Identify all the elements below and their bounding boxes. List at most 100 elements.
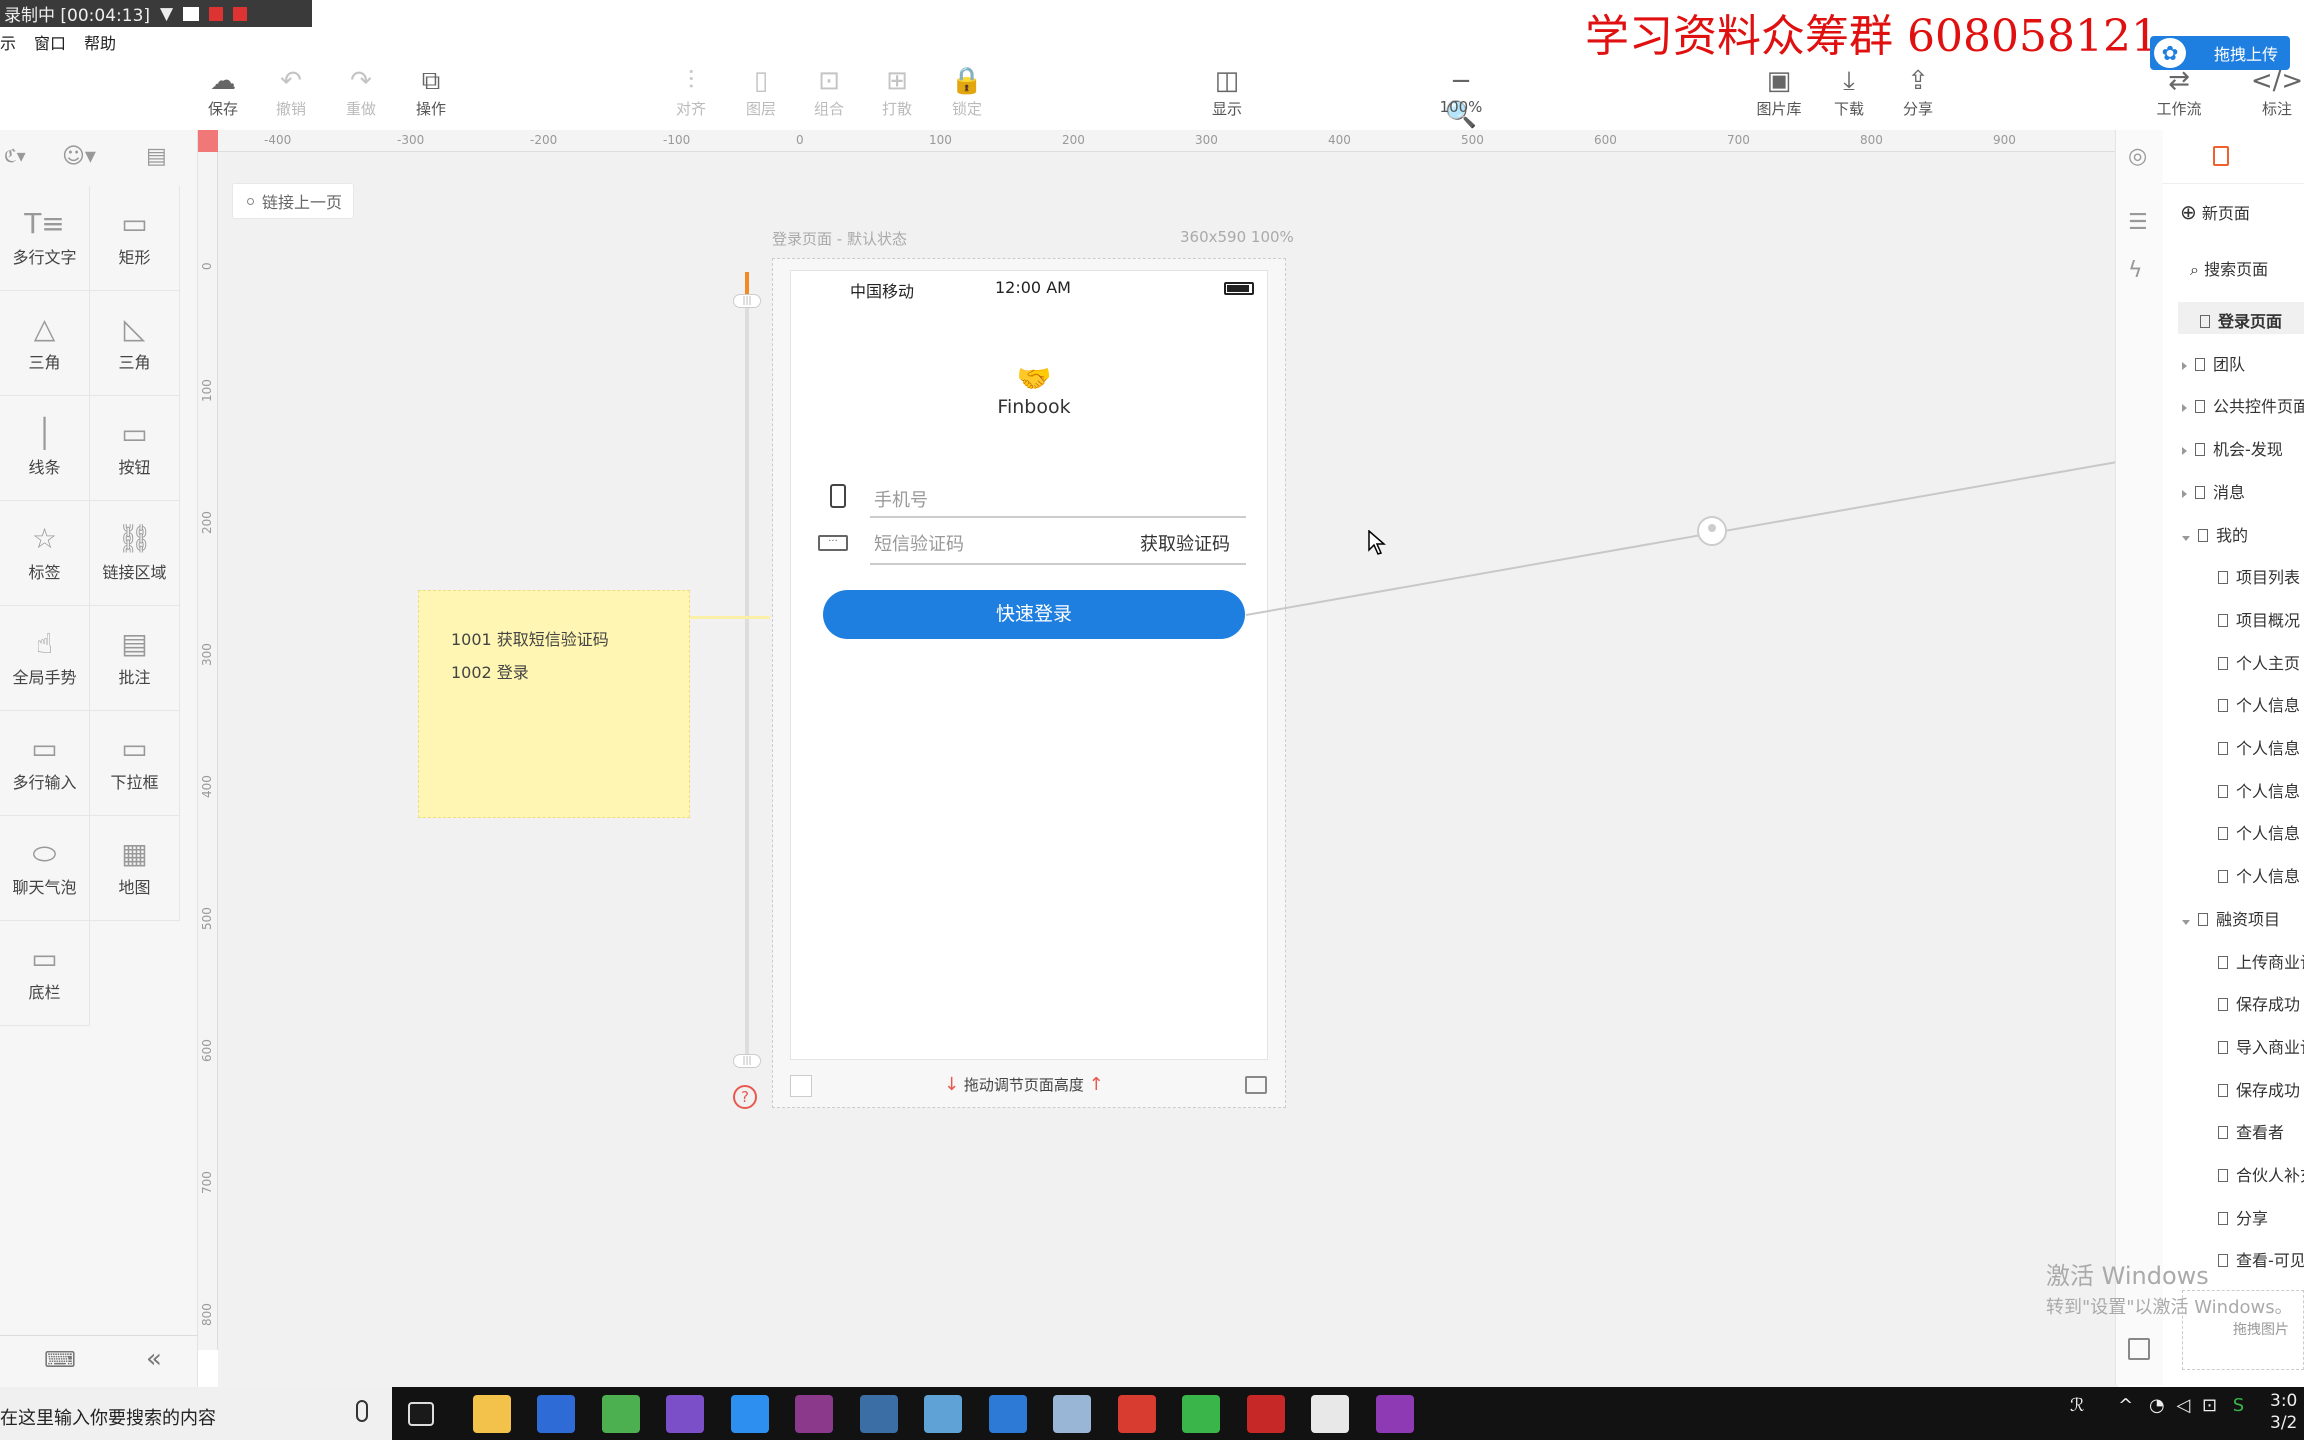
taskbar-search-box[interactable]: 在这里输入你要搜索的内容 [0, 1387, 392, 1440]
page-tree-item[interactable]: 查看者 [2218, 1119, 2284, 1143]
network-icon[interactable]: ◔ [2149, 1395, 2165, 1416]
recorder-taskbar-icon[interactable] [1246, 1395, 1285, 1433]
save-button[interactable]: ☁ 保存 [188, 64, 258, 119]
component-gesture[interactable]: ☝ 全局手势 [0, 606, 90, 711]
page-tree-item[interactable]: 保存成功 [2218, 991, 2300, 1015]
share-button[interactable]: ⇪ 分享 [1883, 64, 1953, 119]
pages-tab[interactable] [2163, 130, 2304, 184]
component-triangle[interactable]: △ 三角 [0, 291, 90, 396]
input-method-icon[interactable]: ⊡ [2202, 1395, 2217, 1416]
component-multiline-input[interactable]: ▭ 多行输入 [0, 711, 90, 816]
sliders-icon[interactable]: ☰ [2128, 210, 2148, 235]
component-tabbar[interactable]: ▭ 底栏 [0, 921, 90, 1026]
target-icon[interactable]: ◎ [2128, 144, 2147, 169]
new-page-button[interactable]: ⊕ 新页面 [2180, 200, 2250, 224]
vscode-taskbar-icon[interactable] [988, 1395, 1027, 1433]
keyboard-icon[interactable]: ⌨ [44, 1348, 76, 1373]
page-tree-item[interactable]: 保存成功 [2218, 1077, 2300, 1101]
caret-right-icon[interactable] [2182, 489, 2187, 498]
app-cloud-taskbar-icon[interactable] [1053, 1395, 1091, 1433]
group-button[interactable]: ⊡ 组合 [794, 64, 864, 119]
component-line[interactable]: │ 线条 [0, 396, 90, 501]
page-tree-item[interactable]: 个人信息 [2218, 692, 2300, 716]
get-code-button[interactable]: 获取验证码 [1140, 530, 1230, 556]
caret-right-icon[interactable] [2182, 447, 2187, 456]
winrar-taskbar-icon[interactable] [795, 1395, 833, 1433]
layout-tab-icon[interactable]: ▤ [146, 144, 167, 169]
page-tree-item[interactable]: 项目概况 [2218, 607, 2300, 631]
page-tree-item[interactable]: 个人信息 [2218, 735, 2300, 759]
sticky-note[interactable]: 1001 获取短信验证码 1002 登录 [418, 590, 690, 818]
component-right-triangle[interactable]: ◺ 三角 [90, 291, 180, 396]
zoom-level[interactable]: 100% [1440, 98, 1483, 116]
slider-handle-bottom[interactable]: ||| [733, 1054, 761, 1068]
page-tree-item[interactable]: 登录页面 [2200, 308, 2282, 332]
youdao-taskbar-icon[interactable] [1117, 1395, 1156, 1433]
notepad-taskbar-icon[interactable] [924, 1395, 962, 1433]
people-icon[interactable]: ℛ [2070, 1395, 2084, 1416]
component-dropdown[interactable]: ▭ 下拉框 [90, 711, 180, 816]
caret-down-icon[interactable] [2182, 919, 2190, 925]
feishu-taskbar-icon[interactable] [537, 1395, 575, 1433]
caret-right-icon[interactable] [2182, 404, 2187, 413]
download-button[interactable]: ⤓ 下载 [1814, 64, 1884, 119]
lightning-icon[interactable]: ϟ [2128, 258, 2143, 283]
component-multiline-text[interactable]: T≡ 多行文字 [0, 186, 90, 291]
collapse-icon[interactable]: « [146, 1344, 162, 1374]
phone-number-input[interactable]: 手机号 [870, 478, 1246, 518]
quick-login-button[interactable]: 快速登录 [823, 590, 1245, 639]
ungroup-button[interactable]: ⊞ 打散 [862, 64, 932, 119]
page-tree-item[interactable]: 合伙人补充 [2218, 1162, 2304, 1186]
page-tree-item[interactable]: 消息 [2182, 479, 2245, 503]
volume-icon[interactable]: ◁ [2176, 1395, 2190, 1416]
component-button[interactable]: ▭ 按钮 [90, 396, 180, 501]
app-blue-taskbar-icon[interactable] [730, 1395, 769, 1433]
layer-button[interactable]: ▯ 图层 [726, 64, 796, 119]
visual-studio-taskbar-icon[interactable] [666, 1395, 704, 1433]
undo-button[interactable]: ↶ 撤销 [256, 64, 326, 119]
page-tree-item[interactable]: 我的 [2182, 522, 2248, 546]
page-tree-item[interactable]: 项目列表 [2218, 564, 2300, 588]
page-tree-item[interactable]: 团队 [2182, 351, 2245, 375]
tray-clock[interactable]: 3:0 3/2 [2270, 1390, 2297, 1434]
chevron-up-icon[interactable]: ^ [2118, 1395, 2133, 1416]
page-tree-item[interactable]: 个人信息 [2218, 863, 2300, 887]
page-tree-item[interactable]: 公共控件页面 [2182, 393, 2304, 417]
component-rectangle[interactable]: ▭ 矩形 [90, 186, 180, 291]
footer-checkbox[interactable] [790, 1075, 812, 1097]
taskview-taskbar-icon[interactable] [408, 1402, 434, 1426]
component-link-area[interactable]: ⛓ 链接区域 [90, 501, 180, 606]
zoom-out-button[interactable]: − [1450, 66, 1472, 96]
component-annotation[interactable]: ▤ 批注 [90, 606, 180, 711]
page-tree-item[interactable]: 分享 [2218, 1205, 2268, 1229]
stop-icon[interactable] [233, 6, 248, 21]
trash-icon[interactable] [2128, 1338, 2150, 1360]
page-tree-item[interactable]: 导入商业计 [2218, 1034, 2304, 1058]
caret-down-icon[interactable] [2182, 535, 2190, 541]
component-chat-bubble[interactable]: ⬭ 聊天气泡 [0, 816, 90, 921]
search-page-input[interactable]: ⌕ 搜索页面 [2190, 256, 2268, 280]
page-tree-item[interactable]: 个人信息 [2218, 820, 2300, 844]
sogou-icon[interactable]: S [2233, 1395, 2244, 1416]
menu-item-window[interactable]: 窗口 [34, 30, 66, 56]
text-tab-icon[interactable]: ℭ▾ [4, 146, 26, 167]
help-icon[interactable]: ? [733, 1085, 757, 1109]
camera-icon[interactable] [183, 6, 200, 21]
explorer-taskbar-icon[interactable] [472, 1395, 511, 1433]
page-tree-item[interactable]: 上传商业计 [2218, 949, 2304, 973]
align-button[interactable]: ⫶ 对齐 [656, 64, 726, 119]
operations-button[interactable]: ⧉ 操作 [396, 64, 466, 119]
redo-button[interactable]: ↷ 重做 [326, 64, 396, 119]
lock-button[interactable]: 🔒 锁定 [932, 64, 1002, 119]
page-tree-item[interactable]: 个人信息 [2218, 778, 2300, 802]
app-window-taskbar-icon[interactable] [859, 1395, 898, 1433]
menu-item-help[interactable]: 帮助 [84, 30, 116, 56]
component-map[interactable]: ▦ 地图 [90, 816, 180, 921]
emoji-tab-icon[interactable]: ☺▾ [62, 144, 96, 169]
display-button[interactable]: ◫ 显示 [1192, 64, 1262, 119]
workflow-button[interactable]: ⇄ 工作流 [2144, 64, 2214, 119]
slider-handle-top[interactable]: ||| [733, 294, 761, 308]
annotate-button[interactable]: </> 标注 [2250, 64, 2304, 119]
page-tree-item[interactable]: 个人主页 [2218, 650, 2300, 674]
microphone-icon[interactable] [356, 1400, 368, 1422]
